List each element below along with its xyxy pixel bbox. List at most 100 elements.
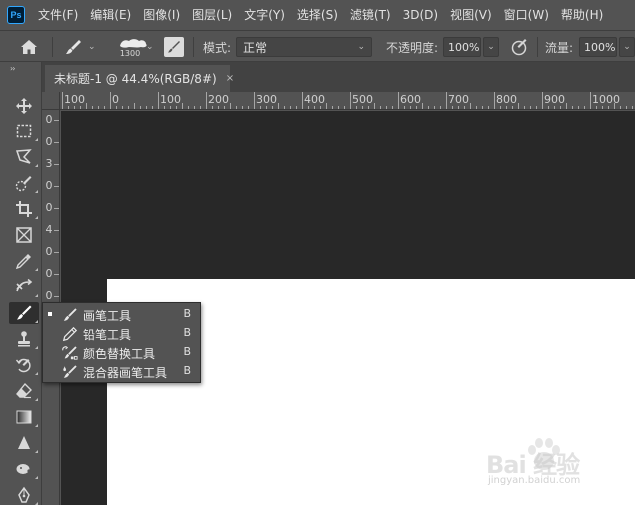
blend-mode-value: 正常 (243, 40, 268, 55)
dodge-tool[interactable] (9, 458, 39, 480)
spot-healing-icon (16, 278, 33, 292)
ruler-minor-tick (98, 106, 99, 109)
menu-filter[interactable]: 滤镜(T) (344, 0, 397, 30)
tool-preset-picker[interactable]: ⌄ (64, 31, 96, 63)
ruler-major-tick (62, 92, 63, 109)
watermark-url: jingyan.baidu.com (488, 475, 581, 486)
ruler-minor-tick (122, 106, 123, 109)
menu-window[interactable]: 窗口(W) (498, 0, 555, 30)
flyout-shortcut: B (183, 364, 191, 377)
ruler-minor-tick (464, 106, 465, 109)
ruler-tick (54, 230, 59, 231)
ruler-origin[interactable] (42, 92, 60, 110)
flow-label: 流量: (545, 40, 574, 55)
eyedropper-tool[interactable] (9, 250, 39, 272)
flow-dropdown-button[interactable]: ⌄ (619, 37, 635, 57)
ruler-minor-tick (332, 106, 333, 109)
gradient-tool[interactable] (9, 406, 39, 428)
flyout-shortcut: B (183, 307, 191, 320)
clone-stamp-tool[interactable] (9, 328, 39, 350)
ruler-major-tick (398, 92, 399, 109)
baidu-jingyan-watermark: Bai 经验 jingyan.baidu.com (482, 437, 622, 489)
document-tab[interactable]: 未标题-1 @ 44.4%(RGB/8#) × (45, 65, 234, 92)
ruler-tick-label: 0 (45, 289, 53, 302)
ruler-minor-tick (92, 106, 93, 109)
pen-tool[interactable] (9, 484, 39, 505)
opacity-dropdown-button[interactable]: ⌄ (483, 37, 499, 57)
opacity-input[interactable]: 100% (443, 37, 481, 57)
crop-tool[interactable] (9, 198, 39, 220)
chevron-down-icon: ⌄ (623, 42, 631, 52)
eyedropper-icon (15, 254, 31, 270)
polygonal-lasso-icon (15, 149, 32, 164)
ruler-minor-tick (416, 106, 417, 109)
frame-icon (16, 227, 32, 243)
ruler-minor-tick (548, 106, 549, 109)
ruler-tick-label: 900 (544, 93, 565, 106)
move-icon (16, 98, 32, 114)
chevron-down-icon: ⌄ (357, 42, 365, 52)
brush-settings-toggle[interactable] (164, 31, 184, 63)
menu-image[interactable]: 图像(I) (137, 0, 186, 30)
eraser-tool[interactable] (9, 380, 39, 402)
menu-file[interactable]: 文件(F) (32, 0, 84, 30)
brush-tool[interactable] (9, 302, 39, 324)
ruler-minor-tick (428, 106, 429, 109)
flyout-item-pencil-tool[interactable]: 铅笔工具 B (43, 324, 200, 343)
ruler-minor-tick (266, 106, 267, 109)
ruler-minor-tick (86, 103, 87, 109)
brush-icon (17, 305, 32, 320)
ruler-tick (54, 252, 59, 253)
menu-edit[interactable]: 编辑(E) (84, 0, 137, 30)
ruler-tick-label: 0 (45, 245, 53, 258)
document-tab-strip: 未标题-1 @ 44.4%(RGB/8#) × (42, 62, 635, 92)
flyout-shortcut: B (183, 345, 191, 358)
menu-layer[interactable]: 图层(L) (186, 0, 238, 30)
ruler-minor-tick (518, 103, 519, 109)
ruler-minor-tick (470, 103, 471, 109)
menu-help[interactable]: 帮助(H) (555, 0, 609, 30)
close-icon[interactable]: × (226, 73, 234, 84)
horizontal-ruler[interactable]: 100010020030040050060070080090010001100 (60, 92, 635, 110)
quick-selection-tool[interactable] (9, 172, 39, 194)
flyout-item-mixer-brush-tool[interactable]: 混合器画笔工具 B (43, 362, 200, 381)
menu-select[interactable]: 选择(S) (291, 0, 344, 30)
ruler-minor-tick (374, 103, 375, 109)
home-button[interactable] (20, 31, 38, 63)
flyout-item-color-replacement-tool[interactable]: 颜色替换工具 B (43, 343, 200, 362)
ruler-tick (54, 296, 59, 297)
marquee-tool[interactable] (9, 120, 39, 142)
photoshop-logo-icon[interactable]: Ps (7, 6, 25, 24)
flyout-label: 铅笔工具 (83, 328, 132, 342)
ruler-minor-tick (632, 106, 633, 109)
collapse-panel-icon[interactable]: ›› (10, 64, 16, 73)
menu-3d[interactable]: 3D(D) (397, 0, 444, 30)
healing-brush-tool[interactable] (9, 276, 39, 298)
menu-type[interactable]: 文字(Y) (238, 0, 291, 30)
tools-panel: ›› (0, 62, 42, 505)
ruler-minor-tick (74, 106, 75, 109)
flow-input[interactable]: 100% (579, 37, 617, 57)
history-brush-tool[interactable] (9, 354, 39, 376)
move-tool[interactable] (9, 95, 39, 117)
flyout-item-brush-tool[interactable]: 画笔工具 B (43, 305, 200, 324)
opacity-value: 100% (448, 40, 480, 54)
blur-tool[interactable] (9, 432, 39, 454)
flow-value: 100% (584, 40, 616, 54)
color-replacement-icon (61, 344, 79, 361)
frame-tool[interactable] (9, 224, 39, 246)
pressure-opacity-button[interactable] (509, 31, 529, 63)
ruler-minor-tick (230, 103, 231, 109)
menu-view[interactable]: 视图(V) (444, 0, 498, 30)
ruler-minor-tick (296, 106, 297, 109)
ruler-tick-label: 100 (64, 93, 85, 106)
ruler-minor-tick (242, 106, 243, 109)
menu-bar: Ps 文件(F) 编辑(E) 图像(I) 图层(L) 文字(Y) 选择(S) 滤… (0, 0, 635, 30)
options-bar: ⌄ 1300 ⌄ 模式: 正常 ⌄ 不透明度: 100% ⌄ 流量: 100% … (0, 30, 635, 62)
lasso-tool[interactable] (9, 146, 39, 168)
gradient-icon (16, 410, 32, 424)
document-tab-title: 未标题-1 @ 44.4%(RGB/8#) (54, 72, 217, 86)
blend-mode-select[interactable]: 正常 ⌄ (236, 37, 372, 57)
brush-picker-chevron[interactable]: ⌄ (146, 31, 154, 63)
ruler-minor-tick (224, 106, 225, 109)
